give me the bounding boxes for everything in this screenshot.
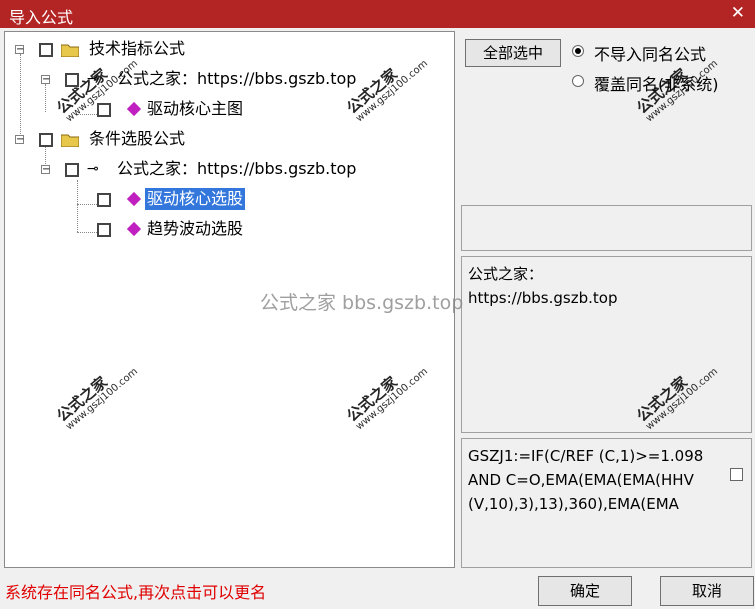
- formula-gem-icon: [126, 191, 142, 207]
- tree-node-label: 技术指标公式: [89, 39, 186, 58]
- status-message: 系统存在同名公式,再次点击可以更名: [5, 583, 267, 602]
- formula-gem-icon: [126, 101, 142, 117]
- info-line: 公式之家：: [468, 265, 544, 283]
- formula-checkbox[interactable]: [730, 468, 743, 481]
- radio-skip-same-name[interactable]: [572, 45, 584, 57]
- radio-skip-label: 不导入同名公式: [594, 45, 707, 64]
- checkbox[interactable]: [97, 223, 111, 237]
- watermark-center: 公式之家 bbs.gszb.top: [260, 292, 464, 314]
- title-bar: 导入公式 ✕: [0, 0, 755, 28]
- tree-node-label: 条件选股公式: [89, 129, 186, 148]
- tree-node-screening[interactable]: − 条件选股公式: [5, 128, 445, 150]
- checkbox[interactable]: [39, 133, 53, 147]
- checkbox[interactable]: [39, 43, 53, 57]
- radio-overwrite[interactable]: [572, 75, 584, 87]
- formula-gem-icon: [126, 221, 142, 237]
- tree-node-source[interactable]: − ⊸ 公式之家：https://bbs.gszb.top: [5, 158, 445, 180]
- cancel-button[interactable]: 取消: [660, 576, 754, 606]
- folder-icon: [60, 131, 80, 148]
- empty-panel: [461, 205, 752, 251]
- checkbox[interactable]: [97, 193, 111, 207]
- tree-node-trend-screen[interactable]: 趋势波动选股: [5, 218, 445, 240]
- checkbox[interactable]: [97, 103, 111, 117]
- collapse-icon[interactable]: −: [15, 45, 24, 55]
- window-title: 导入公式: [9, 8, 74, 27]
- tree-node-core-screen[interactable]: 驱动核心选股: [5, 188, 445, 210]
- info-line: https://bbs.gszb.top: [468, 289, 618, 307]
- collapse-icon[interactable]: −: [41, 75, 50, 85]
- formula-text: GSZJ1:=IF(C/REF (C,1)>=1.098 AND C=O,EMA…: [468, 447, 704, 513]
- ok-button[interactable]: 确定: [538, 576, 632, 606]
- select-all-button[interactable]: 全部选中: [465, 39, 561, 67]
- tree-node-label: 驱动核心选股: [145, 188, 246, 210]
- close-icon[interactable]: ✕: [731, 3, 745, 23]
- tree-node-label: 公式之家：https://bbs.gszb.top: [117, 69, 357, 88]
- folder-icon: [60, 41, 80, 58]
- tree-node-tech-indicators[interactable]: − 技术指标公式: [5, 38, 445, 60]
- tree-node-label: 趋势波动选股: [147, 219, 244, 238]
- info-text: 公式之家： https://bbs.gszb.top: [468, 262, 617, 310]
- tree-node-label: 公式之家：https://bbs.gszb.top: [117, 159, 357, 178]
- collapse-icon[interactable]: −: [41, 165, 50, 175]
- checkbox[interactable]: [65, 163, 79, 177]
- tree-node-label: 驱动核心主图: [147, 99, 244, 118]
- collapse-icon[interactable]: −: [15, 135, 24, 145]
- key-icon: ⊸: [87, 161, 99, 177]
